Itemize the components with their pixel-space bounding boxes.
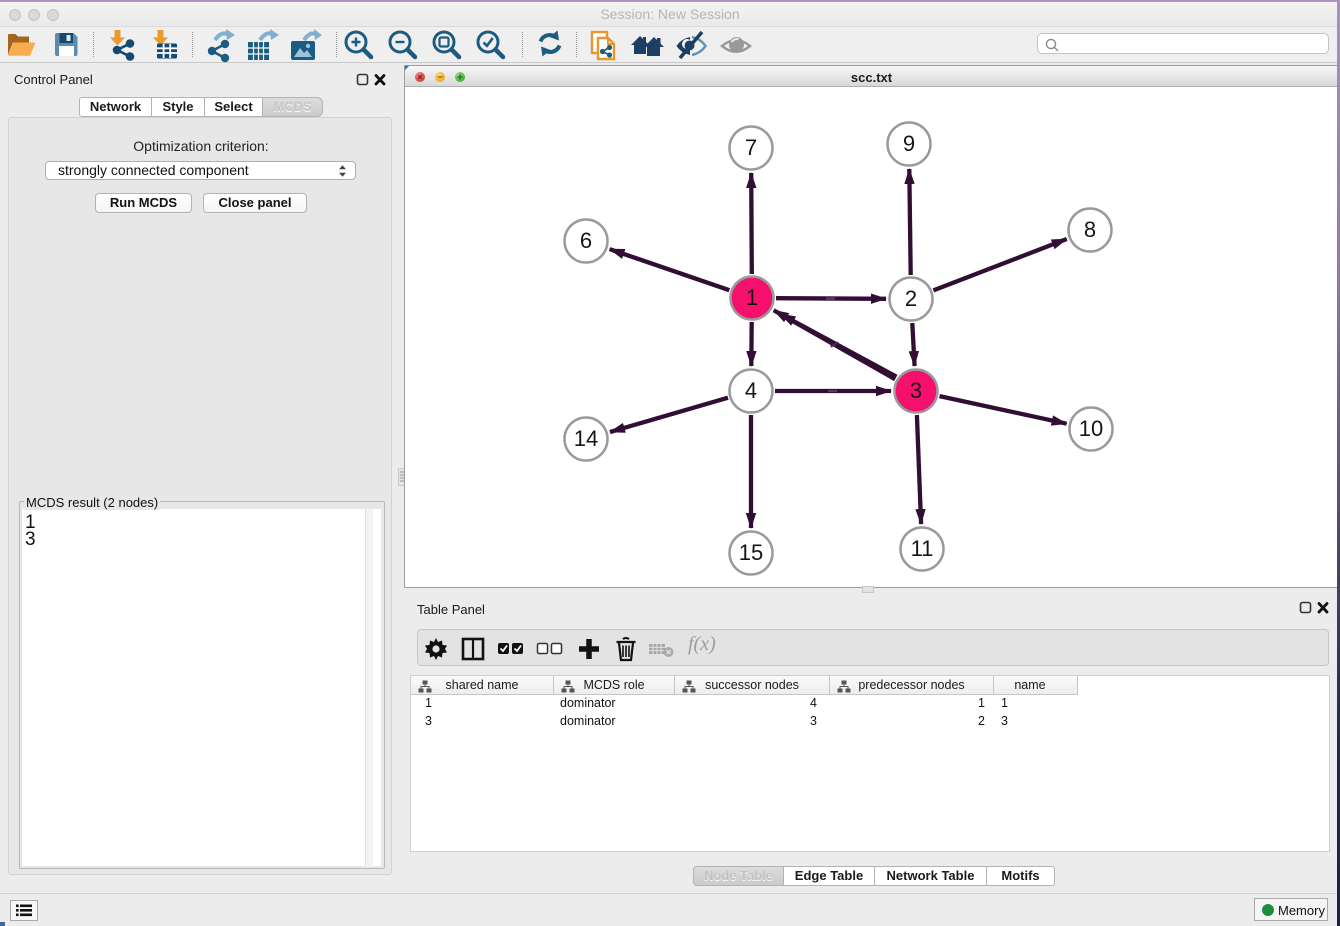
svg-text:4: 4 xyxy=(745,378,757,403)
svg-text:15: 15 xyxy=(739,540,763,565)
svg-text:14: 14 xyxy=(574,426,598,451)
svg-text:2: 2 xyxy=(905,286,917,311)
svg-text:3: 3 xyxy=(910,378,922,403)
svg-text:1: 1 xyxy=(746,285,758,310)
svg-text:6: 6 xyxy=(580,228,592,253)
svg-text:8: 8 xyxy=(1084,217,1096,242)
svg-text:7: 7 xyxy=(745,135,757,160)
svg-text:11: 11 xyxy=(911,536,934,561)
svg-text:10: 10 xyxy=(1079,416,1103,441)
svg-text:9: 9 xyxy=(903,131,915,156)
